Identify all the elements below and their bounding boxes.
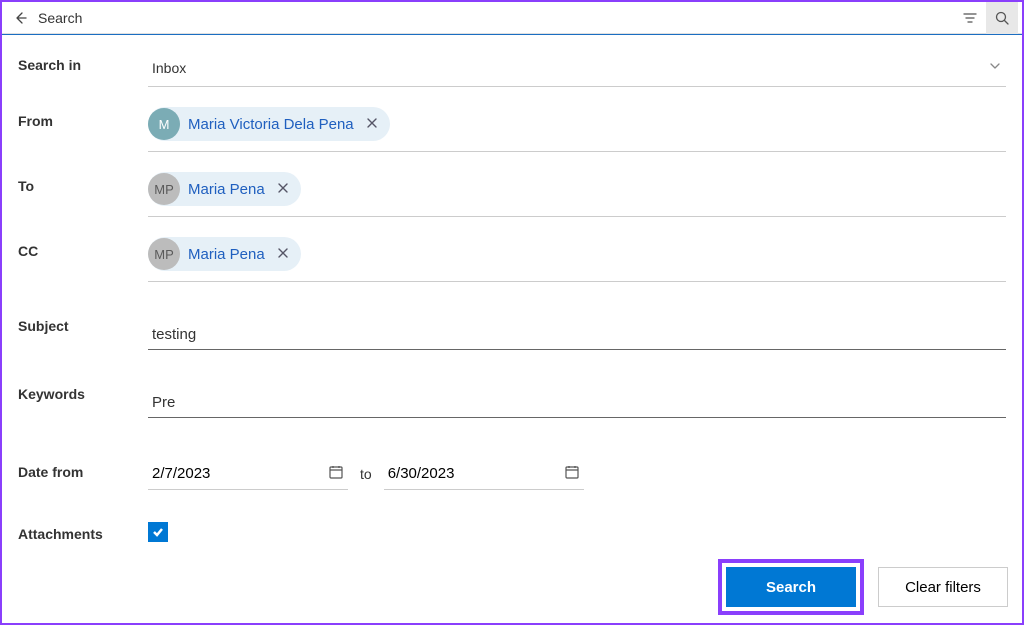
subject-input-wrap [148, 320, 1006, 350]
close-icon [277, 182, 289, 194]
search-button-highlight: Search [718, 559, 864, 615]
date-to-input[interactable] [388, 465, 564, 482]
cc-field[interactable]: MP Maria Pena [148, 237, 1006, 282]
chevron-down-icon [988, 59, 1006, 76]
search-in-value: Inbox [152, 60, 988, 76]
search-in-select[interactable]: Inbox [148, 51, 1006, 87]
keywords-input[interactable] [152, 394, 1006, 411]
person-chip: M Maria Victoria Dela Pena [148, 107, 390, 141]
keywords-label: Keywords [18, 380, 148, 402]
close-icon [277, 247, 289, 259]
keywords-input-wrap [148, 388, 1006, 418]
button-row: Search Clear filters [718, 559, 1008, 615]
arrow-left-icon [12, 10, 28, 26]
date-from-wrap [148, 458, 348, 490]
keywords-row: Keywords [18, 380, 1006, 418]
check-icon [151, 525, 165, 539]
subject-label: Subject [18, 312, 148, 334]
search-in-label: Search in [18, 51, 148, 73]
from-label: From [18, 107, 148, 129]
search-in-row: Search in Inbox [18, 51, 1006, 87]
avatar: MP [148, 173, 180, 205]
calendar-icon[interactable] [328, 464, 344, 483]
attachments-label: Attachments [18, 520, 148, 542]
filter-button[interactable] [954, 2, 986, 34]
date-to-wrap [384, 458, 584, 490]
filter-icon [962, 10, 978, 26]
to-field[interactable]: MP Maria Pena [148, 172, 1006, 217]
person-chip: MP Maria Pena [148, 237, 301, 271]
person-chip: MP Maria Pena [148, 172, 301, 206]
from-field[interactable]: M Maria Victoria Dela Pena [148, 107, 1006, 152]
date-from-input[interactable] [152, 465, 328, 482]
header-bar: Search [2, 2, 1022, 34]
search-button[interactable]: Search [726, 567, 856, 607]
date-row: Date from to [18, 458, 1006, 490]
search-icon [994, 10, 1010, 26]
chip-name: Maria Pena [188, 181, 265, 198]
back-button[interactable] [6, 4, 34, 32]
attachments-checkbox[interactable] [148, 522, 168, 542]
date-from-label: Date from [18, 458, 148, 480]
avatar: M [148, 108, 180, 140]
chip-name: Maria Victoria Dela Pena [188, 116, 354, 133]
search-icon-button[interactable] [986, 2, 1018, 34]
close-icon [366, 117, 378, 129]
date-separator: to [360, 466, 372, 482]
chip-remove-button[interactable] [275, 244, 291, 264]
calendar-icon[interactable] [564, 464, 580, 483]
chip-name: Maria Pena [188, 246, 265, 263]
search-form: Search in Inbox From M Maria Victoria De… [2, 34, 1022, 542]
cc-label: CC [18, 237, 148, 259]
avatar: MP [148, 238, 180, 270]
to-row: To MP Maria Pena [18, 172, 1006, 217]
subject-row: Subject [18, 312, 1006, 350]
subject-input[interactable] [152, 326, 1006, 343]
clear-filters-button[interactable]: Clear filters [878, 567, 1008, 607]
search-panel: Search Search in Inbox From [0, 0, 1024, 625]
attachments-row: Attachments [18, 520, 1006, 542]
header-title: Search [38, 10, 82, 26]
to-label: To [18, 172, 148, 194]
chip-remove-button[interactable] [275, 179, 291, 199]
from-row: From M Maria Victoria Dela Pena [18, 107, 1006, 152]
chip-remove-button[interactable] [364, 114, 380, 134]
cc-row: CC MP Maria Pena [18, 237, 1006, 282]
